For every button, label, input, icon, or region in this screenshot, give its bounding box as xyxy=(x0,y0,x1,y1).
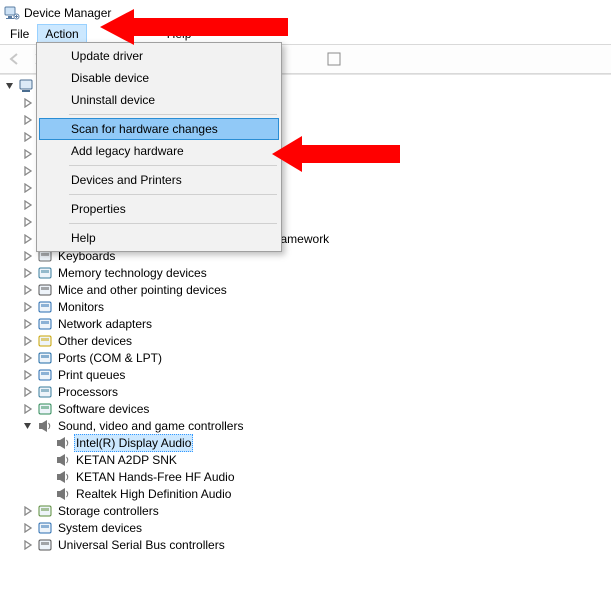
network-icon xyxy=(37,316,53,332)
tree-node[interactable]: Monitors xyxy=(22,298,611,315)
expand-icon[interactable] xyxy=(22,267,34,279)
expand-icon[interactable] xyxy=(22,233,34,245)
toolbar-back-button xyxy=(4,48,26,70)
tree-node-label: Software devices xyxy=(56,401,151,417)
menu-scan-hardware[interactable]: Scan for hardware changes xyxy=(39,118,279,140)
software-icon xyxy=(37,401,53,417)
tree-node-label: Mice and other pointing devices xyxy=(56,282,229,298)
menu-separator xyxy=(69,223,277,224)
menu-disable-device[interactable]: Disable device xyxy=(39,67,279,89)
other-icon xyxy=(37,333,53,349)
expand-icon[interactable] xyxy=(22,97,34,109)
expand-icon[interactable] xyxy=(22,539,34,551)
window-title: Device Manager xyxy=(24,6,111,20)
tree-node[interactable]: Universal Serial Bus controllers xyxy=(22,536,611,553)
menu-help[interactable]: Help xyxy=(39,227,279,249)
expand-icon[interactable] xyxy=(22,148,34,160)
tree-node-label: System devices xyxy=(56,520,144,536)
tree-node[interactable]: Storage controllers xyxy=(22,502,611,519)
tree-node[interactable]: Intel(R) Display Audio xyxy=(40,434,611,451)
computer-icon xyxy=(19,78,35,94)
expand-icon[interactable] xyxy=(22,335,34,347)
port-icon xyxy=(37,350,53,366)
tree-node-label: Intel(R) Display Audio xyxy=(74,434,193,452)
usb-icon xyxy=(37,537,53,553)
tree-node-label: Sound, video and game controllers xyxy=(56,418,245,434)
menu-separator xyxy=(69,194,277,195)
tree-node-label: Other devices xyxy=(56,333,134,349)
tree-node-label: Memory technology devices xyxy=(56,265,209,281)
tree-node-label: Ports (COM & LPT) xyxy=(56,350,164,366)
tree-node[interactable]: Ports (COM & LPT) xyxy=(22,349,611,366)
cpu-icon xyxy=(37,384,53,400)
tree-node[interactable]: Network adapters xyxy=(22,315,611,332)
mouse-icon xyxy=(37,282,53,298)
expand-icon[interactable] xyxy=(22,284,34,296)
tree-node[interactable]: KETAN A2DP SNK xyxy=(40,451,611,468)
tree-node[interactable]: Sound, video and game controllers xyxy=(22,417,611,434)
speaker-icon xyxy=(55,435,71,451)
menu-properties[interactable]: Properties xyxy=(39,198,279,220)
collapse-icon[interactable] xyxy=(22,420,34,432)
tree-node[interactable]: System devices xyxy=(22,519,611,536)
tree-node-label: Print queues xyxy=(56,367,127,383)
expand-icon[interactable] xyxy=(22,199,34,211)
tree-node-label: Universal Serial Bus controllers xyxy=(56,537,227,553)
expand-icon[interactable] xyxy=(22,403,34,415)
expand-icon[interactable] xyxy=(22,386,34,398)
expand-icon[interactable] xyxy=(22,165,34,177)
expand-icon[interactable] xyxy=(22,114,34,126)
tree-node-label: Network adapters xyxy=(56,316,154,332)
expand-icon[interactable] xyxy=(22,250,34,262)
speaker-icon xyxy=(55,452,71,468)
app-icon xyxy=(4,5,20,21)
tree-node-label: Processors xyxy=(56,384,120,400)
expand-icon[interactable] xyxy=(4,80,16,92)
tree-node-label: Monitors xyxy=(56,299,106,315)
action-menu-dropdown: Update driver Disable device Uninstall d… xyxy=(36,42,282,252)
storage-icon xyxy=(37,503,53,519)
tree-node-label: KETAN A2DP SNK xyxy=(74,452,179,468)
expand-icon[interactable] xyxy=(22,131,34,143)
tree-node[interactable]: Other devices xyxy=(22,332,611,349)
menu-bar: File Action Help xyxy=(0,24,611,44)
monitor-icon xyxy=(37,299,53,315)
tree-node-label: Realtek High Definition Audio xyxy=(74,486,233,502)
title-bar: Device Manager xyxy=(0,0,611,24)
menu-file[interactable]: File xyxy=(2,24,37,44)
tree-node[interactable]: Memory technology devices xyxy=(22,264,611,281)
speaker-icon xyxy=(37,418,53,434)
menu-action[interactable]: Action xyxy=(37,24,86,44)
tree-node[interactable]: Realtek High Definition Audio xyxy=(40,485,611,502)
tree-node-label: Storage controllers xyxy=(56,503,161,519)
printer-icon xyxy=(37,367,53,383)
speaker-icon xyxy=(55,486,71,502)
tree-node[interactable]: KETAN Hands-Free HF Audio xyxy=(40,468,611,485)
expand-icon[interactable] xyxy=(22,216,34,228)
menu-add-legacy[interactable]: Add legacy hardware xyxy=(39,140,279,162)
expand-icon[interactable] xyxy=(22,182,34,194)
toolbar-extra-button[interactable] xyxy=(323,48,345,70)
menu-separator xyxy=(69,114,277,115)
menu-update-driver[interactable]: Update driver xyxy=(39,45,279,67)
tree-node[interactable]: Processors xyxy=(22,383,611,400)
speaker-icon xyxy=(55,469,71,485)
tree-node[interactable]: Print queues xyxy=(22,366,611,383)
menu-devices-printers[interactable]: Devices and Printers xyxy=(39,169,279,191)
menu-help[interactable]: Help xyxy=(159,24,200,44)
memory-icon xyxy=(37,265,53,281)
tree-node[interactable]: Mice and other pointing devices xyxy=(22,281,611,298)
expand-icon[interactable] xyxy=(22,505,34,517)
expand-icon[interactable] xyxy=(22,301,34,313)
expand-icon[interactable] xyxy=(22,369,34,381)
menu-separator xyxy=(69,165,277,166)
expand-icon[interactable] xyxy=(22,522,34,534)
tree-node[interactable]: Software devices xyxy=(22,400,611,417)
expand-icon[interactable] xyxy=(22,352,34,364)
system-icon xyxy=(37,520,53,536)
tree-node-label: KETAN Hands-Free HF Audio xyxy=(74,469,237,485)
expand-icon[interactable] xyxy=(22,318,34,330)
menu-uninstall-device[interactable]: Uninstall device xyxy=(39,89,279,111)
